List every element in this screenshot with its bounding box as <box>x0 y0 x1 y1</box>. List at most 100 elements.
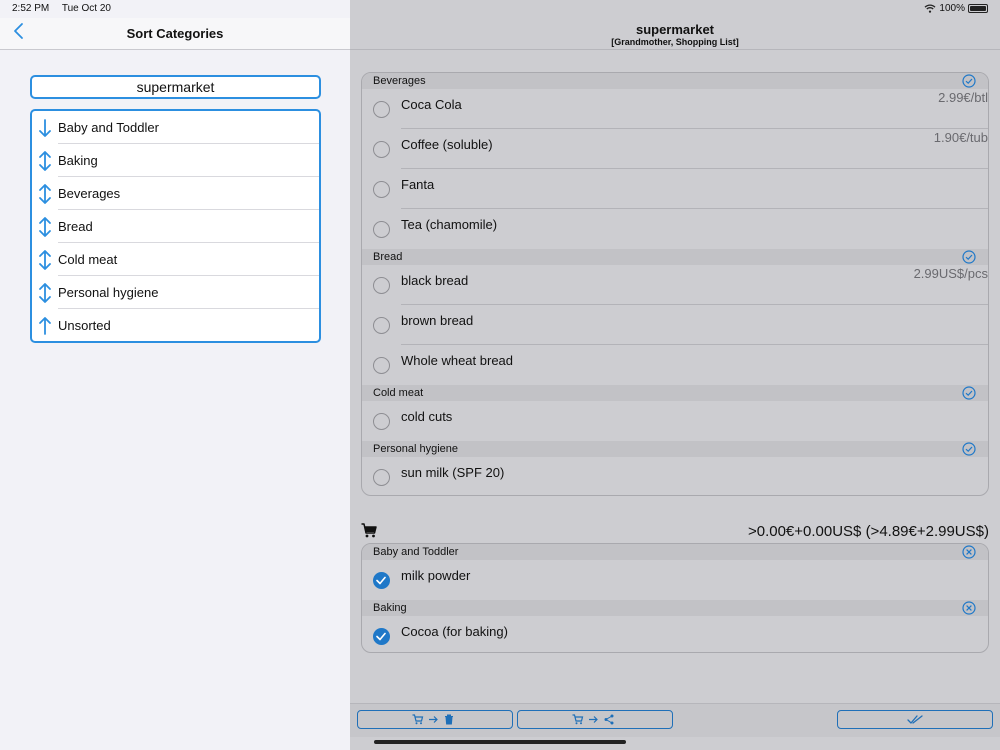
section-header: Baking <box>362 600 988 616</box>
right-navigation-bar: supermarket [Grandmother, Shopping List] <box>350 18 1000 50</box>
checkbox[interactable] <box>373 141 390 158</box>
battery-icon <box>968 4 988 13</box>
check-circle-icon[interactable] <box>962 74 976 88</box>
left-navigation-bar: Sort Categories <box>0 18 350 50</box>
status-date: Tue Oct 20 <box>61 3 111 14</box>
remove-circle-icon[interactable] <box>962 545 976 559</box>
list-subtitle: [Grandmother, Shopping List] <box>611 37 739 47</box>
category-label: Personal hygiene <box>58 285 159 300</box>
section-title: Personal hygiene <box>373 443 459 455</box>
category-label: Cold meat <box>58 252 118 267</box>
section-title: Bread <box>373 251 403 263</box>
arrow-up-down-icon[interactable] <box>32 144 58 177</box>
section-header: Cold meat <box>362 385 988 401</box>
item-name: brown bread <box>401 313 474 328</box>
checkbox[interactable] <box>373 317 390 334</box>
checkbox[interactable] <box>373 101 390 118</box>
section-title: Baking <box>373 602 407 614</box>
list-item[interactable]: Coca Cola 2.99€/btl <box>362 89 988 129</box>
remove-circle-icon[interactable] <box>962 601 976 615</box>
arrow-down-icon[interactable] <box>32 111 58 144</box>
item-name: cold cuts <box>401 409 453 424</box>
home-indicator[interactable] <box>374 740 626 744</box>
item-name: Coca Cola <box>401 97 462 112</box>
section-title: Beverages <box>373 75 426 87</box>
checkbox[interactable] <box>373 469 390 486</box>
page-title: Sort Categories <box>126 26 224 41</box>
sort-categories-pane: 2:52 PM Tue Oct 20 Sort Categories super… <box>0 0 350 750</box>
shopping-list-pane: 100% supermarket [Grandmother, Shopping … <box>350 0 1000 750</box>
arrow-up-down-icon[interactable] <box>32 276 58 309</box>
category-row[interactable]: Baby and Toddler <box>32 111 319 144</box>
category-label: Unsorted <box>58 318 111 333</box>
section-title: Baby and Toddler <box>373 546 459 558</box>
list-item[interactable]: milk powder <box>362 560 988 600</box>
category-label: Baby and Toddler <box>58 120 159 135</box>
category-row[interactable]: Personal hygiene <box>32 276 319 309</box>
section-header: Bread <box>362 249 988 265</box>
category-row[interactable]: Baking <box>32 144 319 177</box>
list-item[interactable]: cold cuts <box>362 401 988 441</box>
section-title: Cold meat <box>373 387 424 399</box>
status-bar-right: 100% <box>924 3 988 14</box>
category-label: Bread <box>58 219 93 234</box>
item-name: Tea (chamomile) <box>401 217 498 232</box>
cart-to-share-icon <box>572 714 614 725</box>
checkbox[interactable] <box>373 181 390 198</box>
section-header: Baby and Toddler <box>362 544 988 560</box>
cart-to-share-button[interactable] <box>517 710 673 729</box>
cart-summary: >0.00€+0.00US$ (>4.89€+2.99US$) <box>361 520 989 542</box>
check-circle-icon[interactable] <box>962 386 976 400</box>
list-item[interactable]: Tea (chamomile) <box>362 209 988 249</box>
checkmark-icon <box>376 632 386 641</box>
arrow-up-down-icon[interactable] <box>32 177 58 210</box>
checkbox[interactable] <box>373 413 390 430</box>
checkbox-checked[interactable] <box>373 572 390 589</box>
checkbox[interactable] <box>373 277 390 294</box>
checkbox[interactable] <box>373 221 390 238</box>
arrow-up-icon[interactable] <box>32 309 58 341</box>
cart-total: >0.00€+0.00US$ (>4.89€+2.99US$) <box>747 523 989 540</box>
item-name: Fanta <box>401 177 435 192</box>
wifi-icon <box>924 4 936 13</box>
cart-to-trash-icon <box>412 714 453 725</box>
category-row[interactable]: Bread <box>32 210 319 243</box>
item-name: Coffee (soluble) <box>401 137 493 152</box>
item-price: 2.99US$/pcs <box>913 266 988 281</box>
cart-to-trash-button[interactable] <box>357 710 513 729</box>
list-item[interactable]: sun milk (SPF 20) <box>362 457 988 495</box>
status-bar-left: 2:52 PM Tue Oct 20 <box>12 3 121 14</box>
list-item[interactable]: black bread 2.99US$/pcs <box>362 265 988 305</box>
open-items-group: Beverages Coca Cola 2.99€/btl Coffee (so… <box>361 72 989 496</box>
list-item[interactable]: Coffee (soluble) 1.90€/tub <box>362 129 988 169</box>
item-name: sun milk (SPF 20) <box>401 465 505 480</box>
double-check-icon <box>907 715 923 724</box>
category-label: Beverages <box>58 186 121 201</box>
item-name: Cocoa (for baking) <box>401 624 508 639</box>
category-row[interactable]: Unsorted <box>32 309 319 341</box>
cart-icon <box>361 523 377 538</box>
list-item[interactable]: Fanta <box>362 169 988 209</box>
checkmark-icon <box>376 576 386 585</box>
category-label: Baking <box>58 153 98 168</box>
mark-all-done-button[interactable] <box>837 710 993 729</box>
cart-items-group: Baby and Toddler milk powder Baking Coco… <box>361 543 989 653</box>
check-circle-icon[interactable] <box>962 250 976 264</box>
arrow-up-down-icon[interactable] <box>32 210 58 243</box>
list-item[interactable]: brown bread <box>362 305 988 345</box>
check-circle-icon[interactable] <box>962 442 976 456</box>
checkbox-checked[interactable] <box>373 628 390 645</box>
bottom-toolbar <box>350 703 1000 737</box>
category-row[interactable]: Cold meat <box>32 243 319 276</box>
category-row[interactable]: Beverages <box>32 177 319 210</box>
item-price: 1.90€/tub <box>933 130 988 145</box>
list-item[interactable]: Whole wheat bread <box>362 345 988 385</box>
arrow-up-down-icon[interactable] <box>32 243 58 276</box>
checkbox[interactable] <box>373 357 390 374</box>
store-name-field[interactable]: supermarket <box>30 75 321 99</box>
list-title: supermarket <box>635 22 715 37</box>
list-item[interactable]: Cocoa (for baking) <box>362 616 988 652</box>
item-name: milk powder <box>401 568 471 583</box>
category-list: Baby and Toddler Baking Beverages Bread <box>30 109 321 343</box>
item-name: Whole wheat bread <box>401 353 514 368</box>
